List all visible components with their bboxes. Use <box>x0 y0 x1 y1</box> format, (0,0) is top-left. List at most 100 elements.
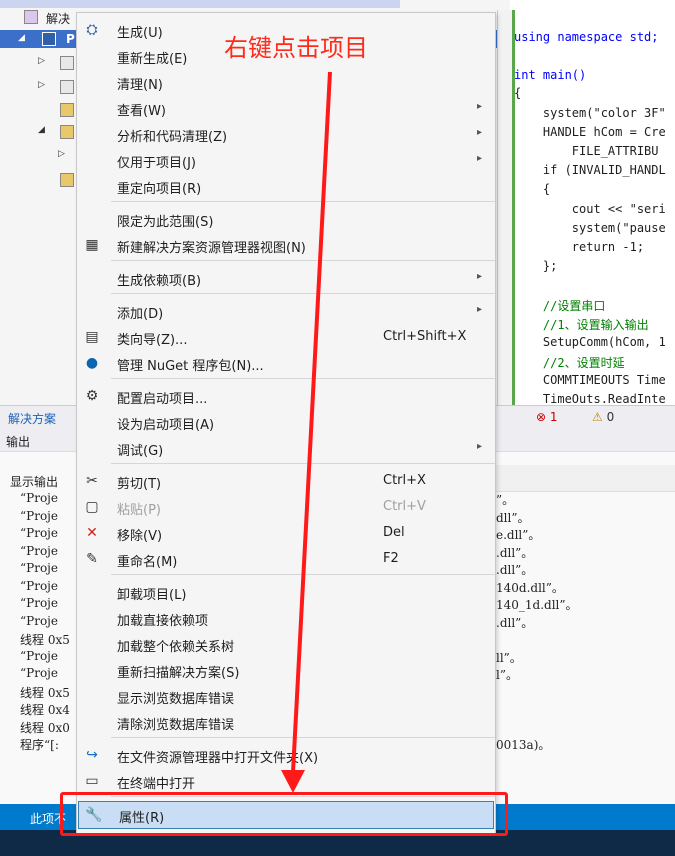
output-line-tail: 140_1d.dll”。 <box>496 598 578 612</box>
menu-item[interactable]: ⚙ 配置启动项目... <box>77 383 495 409</box>
output-line-tail: 0013a)。 <box>496 738 551 752</box>
paste-icon: ▢ <box>85 499 99 515</box>
remove-icon: ✕ <box>86 525 98 541</box>
code-line: HANDLE hCom = Cre <box>514 125 666 139</box>
menu-item[interactable]: 重定向项目(R) <box>77 173 495 199</box>
submenu-arrow-icon: ▸ <box>477 304 483 315</box>
menu-item[interactable]: ✂ 剪切(T) Ctrl+X <box>77 468 495 494</box>
code-line: SetupComm(hCom, 1 <box>514 335 666 349</box>
warning-count-value: 0 <box>606 410 615 424</box>
output-line-tail: .dll”。 <box>496 615 534 630</box>
class-wizard-icon: ▤ <box>85 329 99 345</box>
menu-item-label: 重新扫描解决方案(S) <box>117 666 240 681</box>
menu-item[interactable]: 清理(N) <box>77 69 495 95</box>
project-context-menu: ⛭ 生成(U) 重新生成(E) 清理(N) 查看(W) ▸ 分析和代码清理(Z) ▸ 仅用于项目… <box>76 12 496 834</box>
error-count-value: 1 <box>549 410 558 424</box>
code-line: if (INVALID_HANDL <box>514 163 666 177</box>
menu-item[interactable]: 卸载项目(L) <box>77 579 495 605</box>
code-editor[interactable]: using namespace std; int main() { system("… <box>497 10 675 406</box>
menu-item[interactable]: 生成依赖项(B) ▸ <box>77 265 495 291</box>
menu-item-label: 分析和代码清理(Z) <box>117 130 228 145</box>
menu-item[interactable]: 查看(W) ▸ <box>77 95 495 121</box>
menu-item[interactable]: 显示浏览数据库错误 <box>77 683 495 709</box>
output-line-tail: l”。 <box>496 668 518 682</box>
menu-item[interactable]: 仅用于项目(J) ▸ <box>77 147 495 173</box>
terminal-icon: ▭ <box>85 773 99 789</box>
project-label: P <box>66 32 75 46</box>
menu-item[interactable]: ↪ 在文件资源管理器中打开文件夹(X) <box>77 742 495 768</box>
project-icon <box>42 32 56 46</box>
menu-item-label: 重命名(M) <box>117 555 178 570</box>
gear-icon: ⚙ <box>85 388 99 404</box>
submenu-arrow-icon: ▸ <box>477 153 483 164</box>
menu-item[interactable]: ▤ 类向导(Z)... Ctrl+Shift+X <box>77 324 495 350</box>
menu-item-label: 查看(W) <box>117 104 166 119</box>
build-icon: ⛭ <box>86 22 98 38</box>
menu-item-label: 配置启动项目... <box>117 392 208 407</box>
menu-item-label: 限定为此范围(S) <box>117 215 214 230</box>
menu-item-label: 在终端中打开 <box>117 777 196 792</box>
output-line-tail: 140d.dll”。 <box>496 580 564 595</box>
menu-item[interactable]: ▭ 在终端中打开 <box>77 768 495 794</box>
menu-item[interactable]: ✎ 重命名(M) F2 <box>77 546 495 572</box>
menu-item-label: 管理 NuGet 程序包(N)... <box>117 359 264 374</box>
menu-item-shortcut: Del <box>383 525 405 540</box>
menu-item[interactable]: 添加(D) ▸ <box>77 298 495 324</box>
code-line: int main() <box>514 68 587 82</box>
menu-item[interactable]: ▦ 新建解决方案资源管理器视图(N) <box>77 232 495 258</box>
menu-item[interactable]: ● 管理 NuGet 程序包(N)... <box>77 350 495 376</box>
expand-arrow-icon[interactable]: ▷ <box>38 56 45 66</box>
menu-item-label: 生成依赖项(B) <box>117 274 202 289</box>
rename-icon: ✎ <box>86 551 98 567</box>
menu-item[interactable]: 清除浏览数据库错误 <box>77 709 495 735</box>
menu-item-label: 重定向项目(R) <box>117 182 202 197</box>
folder-icon <box>60 103 74 117</box>
nuget-icon: ● <box>85 355 99 371</box>
error-count[interactable]: ⊗ 1 <box>536 410 558 424</box>
code-line: TimeOuts.ReadInte <box>514 392 666 406</box>
code-line: //设置串口 <box>514 299 606 313</box>
code-line: //2、设置时延 <box>514 356 625 370</box>
submenu-arrow-icon: ▸ <box>477 441 483 452</box>
menu-separator <box>111 737 495 738</box>
collapse-arrow-icon[interactable]: ◢ <box>18 33 25 43</box>
code-line: system("color 3F" <box>514 106 666 120</box>
cut-icon: ✂ <box>86 473 98 489</box>
menu-item[interactable]: 调试(G) ▸ <box>77 435 495 461</box>
collapse-arrow-icon[interactable]: ◢ <box>38 125 45 135</box>
output-line: “Proje <box>20 543 58 558</box>
output-line-tail: .dll”。 <box>496 563 534 577</box>
code-line: //1、设置输入输出 <box>514 318 649 332</box>
menu-separator <box>111 293 495 294</box>
expand-arrow-icon[interactable]: ▷ <box>38 80 45 90</box>
menu-item[interactable]: 分析和代码清理(Z) ▸ <box>77 121 495 147</box>
menu-item: ▢ 粘贴(P) Ctrl+V <box>77 494 495 520</box>
output-line-tail: dll”。 <box>496 510 530 525</box>
menu-item[interactable]: 加载整个依赖关系树 <box>77 631 495 657</box>
menu-separator <box>111 378 495 379</box>
menu-item[interactable]: ✕ 移除(V) Del <box>77 520 495 546</box>
submenu-arrow-icon: ▸ <box>477 127 483 138</box>
solution-tab-label[interactable]: 解决方案 <box>8 410 56 427</box>
menu-item[interactable]: 加载直接依赖项 <box>77 605 495 631</box>
dependencies-icon <box>60 80 74 94</box>
menu-item-label: 加载整个依赖关系树 <box>117 640 235 655</box>
menu-item[interactable]: 限定为此范围(S) <box>77 206 495 232</box>
solution-root-label: 解决 <box>46 12 71 26</box>
folder-icon <box>60 125 74 139</box>
menu-separator <box>111 260 495 261</box>
expand-arrow-icon[interactable]: ▷ <box>58 149 65 159</box>
output-line: “Proje <box>20 648 58 663</box>
menu-item-shortcut: Ctrl+X <box>383 473 426 488</box>
output-line-tail: e.dll”。 <box>496 528 541 542</box>
menu-item-label: 在文件资源管理器中打开文件夹(X) <box>117 751 319 766</box>
annotation-text: 右键点击项目 <box>224 34 368 62</box>
code-line: COMMTIMEOUTS Time <box>514 373 666 387</box>
new-view-icon: ▦ <box>85 237 99 253</box>
menu-item[interactable]: 设为启动项目(A) <box>77 409 495 435</box>
warning-count[interactable]: ⚠ 0 <box>592 410 614 424</box>
menu-item[interactable]: 重新扫描解决方案(S) <box>77 657 495 683</box>
menu-item-label: 生成(U) <box>117 26 163 41</box>
menu-item-shortcut: Ctrl+Shift+X <box>383 329 467 344</box>
code-line: }; <box>514 259 558 273</box>
